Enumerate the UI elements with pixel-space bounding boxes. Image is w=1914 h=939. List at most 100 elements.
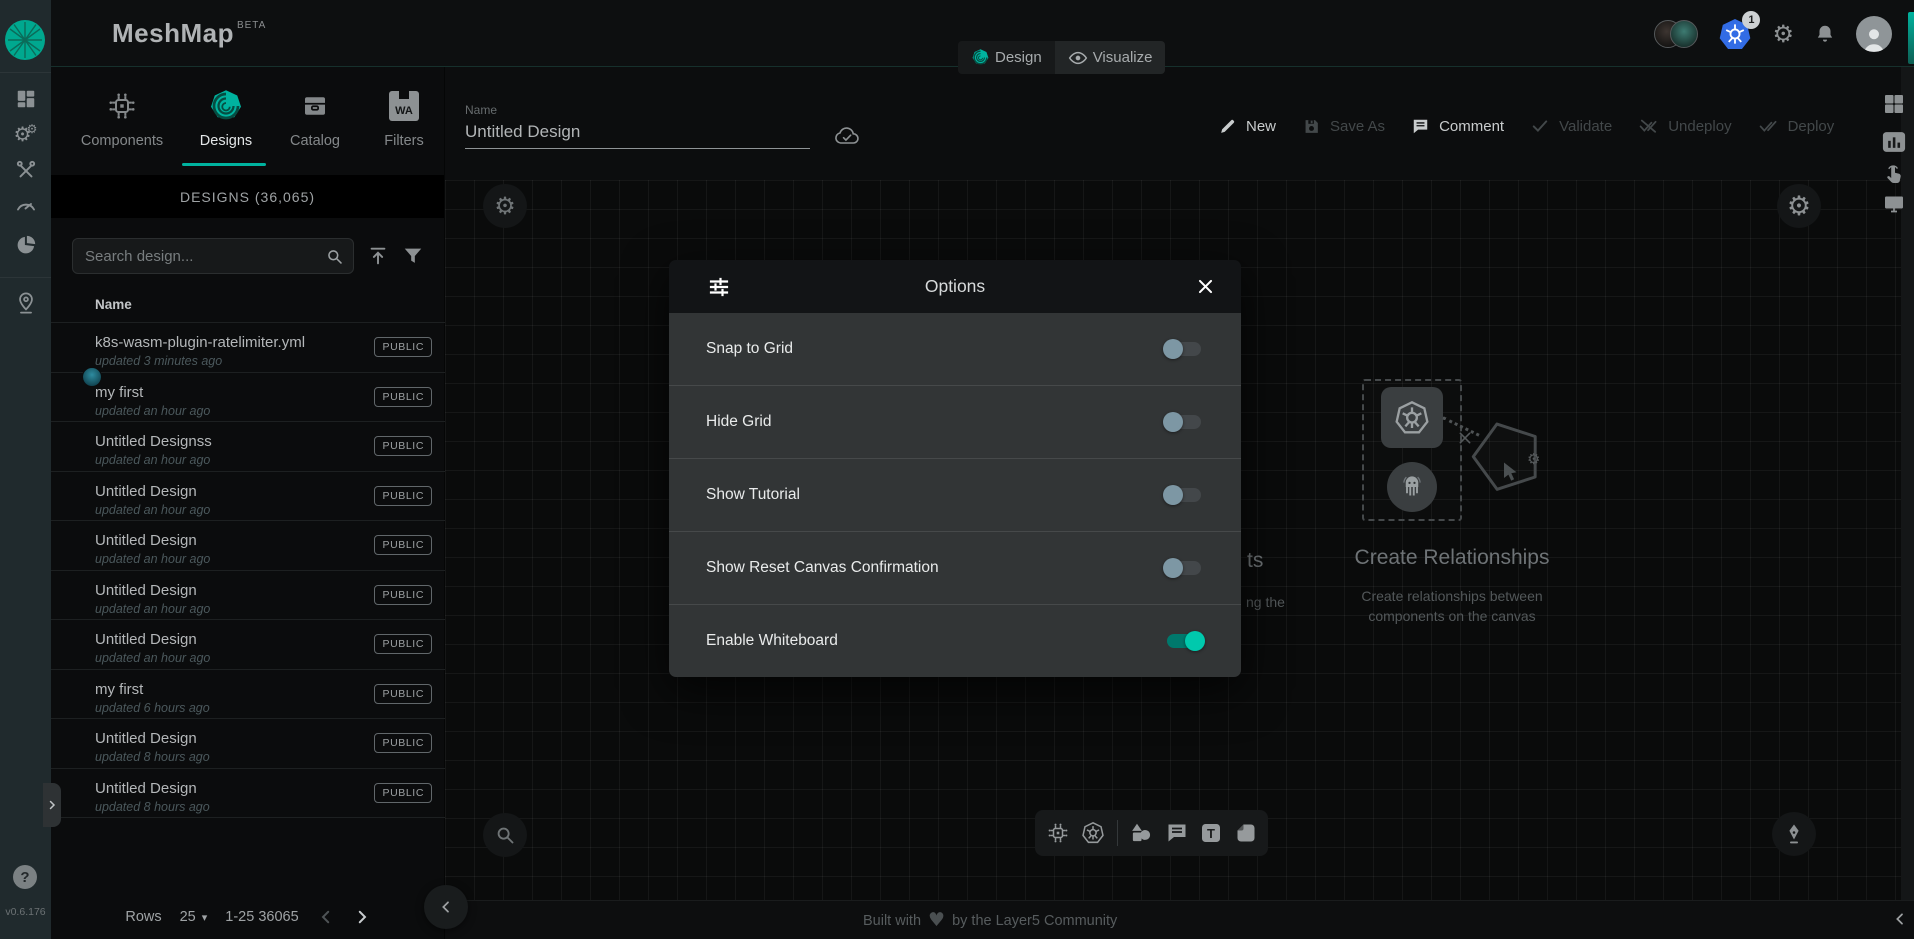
tab-visualize[interactable]: Visualize bbox=[1055, 41, 1166, 74]
notification-bell-button[interactable] bbox=[1814, 23, 1836, 45]
media-tool-icon[interactable] bbox=[1234, 821, 1258, 845]
right-drawer-edge[interactable] bbox=[1908, 12, 1914, 64]
design-list-item[interactable]: Untitled Design updated 8 hours ago PUBL… bbox=[51, 768, 445, 818]
previous-page-button[interactable] bbox=[317, 908, 335, 926]
design-list-item[interactable]: Untitled Design updated an hour ago PUBL… bbox=[51, 619, 445, 669]
settings-gear-button[interactable]: ⚙ bbox=[1772, 20, 1794, 48]
footer-collapse-chevron[interactable] bbox=[1892, 911, 1908, 927]
dashboard-grid-icon[interactable] bbox=[1882, 92, 1906, 116]
next-page-button[interactable] bbox=[353, 908, 371, 926]
design-list-item[interactable]: my first updated 6 hours ago PUBLIC bbox=[51, 669, 445, 719]
tab-filters[interactable]: WA Filters bbox=[356, 88, 452, 149]
design-name: Untitled Designss bbox=[95, 433, 212, 450]
wasm-filters-icon: WA bbox=[356, 88, 452, 124]
design-list-item[interactable]: Untitled Design updated 8 hours ago PUBL… bbox=[51, 718, 445, 768]
design-list-item[interactable]: Untitled Design updated an hour ago PUBL… bbox=[51, 520, 445, 570]
design-updated: updated an hour ago bbox=[95, 453, 210, 467]
touch-interaction-icon[interactable] bbox=[1882, 162, 1906, 186]
design-list-item[interactable]: my first updated an hour ago PUBLIC bbox=[51, 372, 445, 422]
search-row bbox=[72, 238, 424, 274]
layer5-logo[interactable] bbox=[4, 19, 46, 61]
canvas-settings-gear-button[interactable]: ⚙ bbox=[1777, 184, 1821, 228]
collaborator-avatars[interactable] bbox=[1654, 20, 1698, 48]
add-kubernetes-node-icon[interactable] bbox=[1080, 820, 1106, 846]
options-modal-body: Snap to Grid Hide Grid Show Tutorial Sho… bbox=[669, 313, 1241, 677]
configuration-toolbox-icon[interactable] bbox=[0, 155, 51, 185]
filter-funnel-icon[interactable] bbox=[402, 245, 424, 267]
hide-grid-toggle[interactable] bbox=[1167, 415, 1201, 429]
collaborator-avatar-2 bbox=[1670, 20, 1698, 48]
new-design-button[interactable]: New bbox=[1218, 117, 1276, 136]
tab-components-label: Components bbox=[74, 133, 170, 149]
design-name-field: Name bbox=[465, 103, 810, 149]
design-name: my first bbox=[95, 384, 143, 401]
context-count-badge: 1 bbox=[1742, 11, 1760, 29]
collapse-panel-button[interactable] bbox=[424, 885, 468, 929]
meshmap-app: MeshMap BETA Design Visualize bbox=[0, 0, 1914, 939]
design-name-input[interactable] bbox=[465, 120, 810, 149]
help-icon[interactable]: ? bbox=[13, 865, 37, 889]
kubernetes-context-switcher[interactable]: 1 bbox=[1718, 17, 1752, 51]
show-tutorial-toggle[interactable] bbox=[1167, 488, 1201, 502]
beta-tag: BETA bbox=[237, 20, 266, 31]
visibility-badge: PUBLIC bbox=[374, 634, 432, 654]
svg-text:T: T bbox=[1207, 826, 1215, 841]
zoom-tool-button[interactable] bbox=[483, 813, 527, 857]
design-updated: updated 8 hours ago bbox=[95, 800, 210, 814]
undeploy-icon bbox=[1638, 116, 1659, 136]
validate-button[interactable]: Validate bbox=[1530, 116, 1612, 136]
dashboard-icon[interactable] bbox=[0, 84, 51, 114]
meshmap-pin-icon[interactable] bbox=[0, 288, 51, 318]
tab-filters-label: Filters bbox=[356, 133, 452, 149]
whiteboard-pen-button[interactable] bbox=[1772, 812, 1816, 856]
canvas-config-gear-button[interactable]: ⚙ bbox=[483, 184, 527, 228]
snap-to-grid-toggle[interactable] bbox=[1167, 342, 1201, 356]
design-list-item[interactable]: Untitled Design updated an hour ago PUBL… bbox=[51, 570, 445, 620]
canvas-tools-dock: T bbox=[1035, 810, 1268, 856]
undeploy-button[interactable]: Undeploy bbox=[1638, 116, 1731, 136]
shapes-tool-icon[interactable] bbox=[1128, 820, 1154, 846]
visibility-badge: PUBLIC bbox=[374, 585, 432, 605]
deploy-button[interactable]: Deploy bbox=[1758, 116, 1835, 136]
visibility-badge: PUBLIC bbox=[374, 783, 432, 803]
tab-catalog[interactable]: Catalog bbox=[267, 88, 363, 149]
comment-icon bbox=[1411, 117, 1430, 136]
option-snap-to-grid: Snap to Grid bbox=[669, 313, 1241, 385]
tab-components[interactable]: Components bbox=[74, 88, 170, 149]
double-check-icon bbox=[1758, 116, 1779, 136]
save-as-button[interactable]: Save As bbox=[1302, 117, 1385, 136]
comment-button[interactable]: Comment bbox=[1411, 117, 1504, 136]
option-hide-grid: Hide Grid bbox=[669, 385, 1241, 458]
chevron-down-icon: ▾ bbox=[202, 911, 208, 924]
tab-designs-label: Designs bbox=[178, 133, 274, 149]
collaborator-presence-avatar bbox=[82, 367, 102, 387]
enable-whiteboard-toggle[interactable] bbox=[1167, 634, 1201, 648]
design-list-item[interactable]: Untitled Designss updated an hour ago PU… bbox=[51, 421, 445, 471]
text-tool-icon[interactable]: T bbox=[1199, 821, 1223, 845]
option-enable-whiteboard: Enable Whiteboard bbox=[669, 604, 1241, 677]
lifecycle-gears-icon[interactable]: ⚙⚙ bbox=[0, 119, 51, 149]
mode-switch: Design Visualize bbox=[958, 41, 1165, 74]
expand-rail-handle[interactable] bbox=[43, 783, 61, 827]
close-icon[interactable] bbox=[1196, 277, 1215, 296]
options-modal-header: Options bbox=[669, 260, 1241, 313]
designs-count-header: DESIGNS (36,065) bbox=[51, 175, 444, 218]
extensions-pie-icon[interactable] bbox=[0, 230, 51, 260]
add-component-chip-icon[interactable] bbox=[1046, 821, 1070, 845]
tab-designs[interactable]: Designs bbox=[178, 88, 274, 149]
user-account-avatar[interactable] bbox=[1856, 16, 1892, 52]
screen-monitor-icon[interactable] bbox=[1882, 192, 1906, 216]
import-design-button[interactable] bbox=[367, 245, 389, 267]
comment-tool-icon[interactable] bbox=[1165, 821, 1189, 845]
design-list-item[interactable]: k8s-wasm-plugin-ratelimiter.yml updated … bbox=[51, 322, 445, 372]
search-input[interactable] bbox=[73, 239, 353, 273]
design-list-item[interactable]: Untitled Design updated an hour ago PUBL… bbox=[51, 471, 445, 521]
performance-gauge-icon[interactable] bbox=[0, 190, 51, 220]
check-icon bbox=[1530, 116, 1550, 136]
tab-visualize-label: Visualize bbox=[1093, 49, 1153, 66]
tab-design[interactable]: Design bbox=[958, 41, 1055, 74]
design-name: Untitled Design bbox=[95, 730, 197, 747]
reset-canvas-confirmation-toggle[interactable] bbox=[1167, 561, 1201, 575]
metrics-chart-icon[interactable] bbox=[1880, 128, 1908, 156]
page-size-dropdown[interactable]: 25 ▾ bbox=[180, 909, 208, 925]
